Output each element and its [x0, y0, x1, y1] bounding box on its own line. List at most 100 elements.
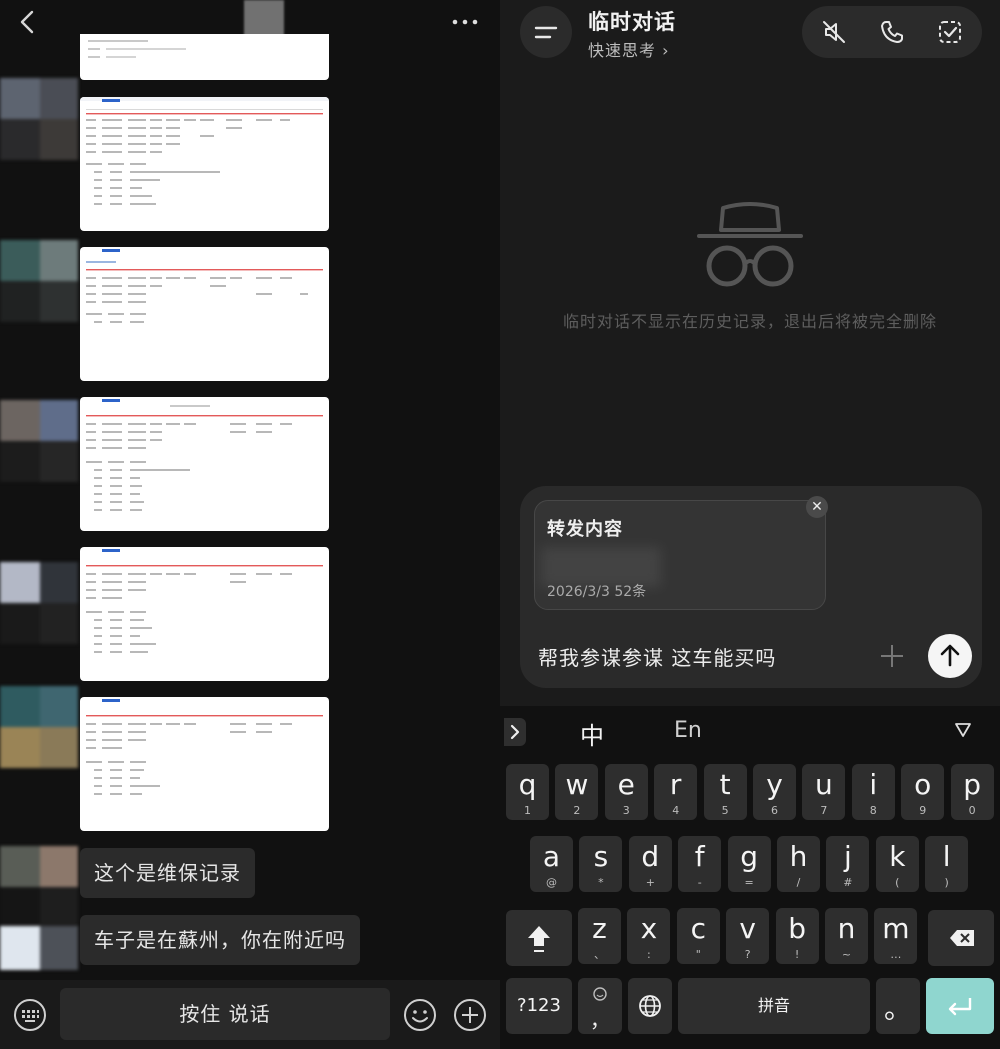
- key-secondary: #: [843, 876, 853, 889]
- back-arrow-icon[interactable]: [14, 8, 42, 36]
- sender-avatar[interactable]: [0, 926, 78, 970]
- numbers-symbols-label: ?123: [517, 995, 561, 1016]
- key-x[interactable]: x:: [627, 908, 671, 964]
- key-q[interactable]: q1: [506, 764, 549, 820]
- key-k[interactable]: k(: [875, 836, 919, 892]
- key-letter: b: [788, 912, 806, 945]
- prompt-input[interactable]: 帮我参谋参谋 这车能买吗: [538, 642, 776, 671]
- keyboard-toolbar: 中 En: [500, 706, 1000, 758]
- key-secondary: 6: [771, 804, 778, 817]
- document-image-message[interactable]: [80, 547, 329, 681]
- message-text: 车子是在蘇州，你在附近吗: [94, 928, 346, 952]
- key-i[interactable]: i8: [851, 764, 895, 820]
- key-letter: e: [617, 768, 635, 801]
- chat-bubble[interactable]: 车子是在蘇州，你在附近吗: [80, 915, 360, 965]
- key-j[interactable]: j #: [826, 836, 870, 892]
- key-secondary: 3: [622, 804, 630, 817]
- language-chinese-toggle[interactable]: 中: [580, 716, 604, 751]
- key-v[interactable]: v?: [726, 908, 770, 964]
- key-o[interactable]: o9: [901, 764, 945, 820]
- key-n[interactable]: n ~: [825, 908, 868, 964]
- forwarded-card-meta: 2026/3/3 52条: [547, 584, 647, 600]
- key-r[interactable]: r4: [654, 764, 698, 820]
- emoji-icon[interactable]: [402, 997, 438, 1033]
- globe-icon: [639, 995, 661, 1017]
- document-image-message[interactable]: [80, 697, 329, 831]
- backspace-icon: [950, 930, 974, 946]
- key-letter: r: [669, 768, 682, 801]
- key-secondary: =: [744, 876, 754, 889]
- sender-avatar[interactable]: [0, 240, 78, 322]
- more-options-icon[interactable]: [450, 8, 480, 36]
- key-secondary: 0: [968, 804, 976, 817]
- header-actions: [802, 6, 982, 58]
- hide-keyboard-icon[interactable]: [954, 722, 972, 738]
- send-button[interactable]: [928, 634, 972, 678]
- key-letter: d: [641, 840, 660, 873]
- key-z[interactable]: z、: [578, 908, 621, 964]
- period-label: 。: [883, 992, 912, 1025]
- key-secondary: 、: [594, 948, 605, 961]
- key-e[interactable]: e3: [604, 764, 648, 820]
- enter-key[interactable]: [926, 978, 994, 1034]
- comma-key[interactable]: ，: [578, 978, 622, 1034]
- key-letter: m: [882, 912, 910, 945]
- add-attachment-icon[interactable]: [452, 997, 488, 1033]
- key-letter: s: [593, 840, 609, 873]
- key-b[interactable]: b!: [775, 908, 819, 964]
- phone-call-icon[interactable]: [878, 18, 906, 46]
- add-icon[interactable]: [878, 642, 906, 670]
- hold-to-talk-button[interactable]: 按住 说话: [60, 988, 390, 1040]
- shift-key[interactable]: [506, 910, 572, 966]
- key-secondary: +: [645, 876, 655, 889]
- key-secondary: (: [895, 876, 900, 889]
- key-p[interactable]: p0: [950, 764, 994, 820]
- sender-avatar[interactable]: [0, 846, 78, 928]
- key-h[interactable]: h /: [777, 836, 820, 892]
- forwarded-content-card[interactable]: 转发内容 2026/3/3 52条: [534, 500, 826, 610]
- numbers-symbols-key[interactable]: ?123: [506, 978, 572, 1034]
- document-image-message[interactable]: [80, 97, 329, 231]
- space-key[interactable]: 拼音: [678, 978, 870, 1034]
- key-letter: g: [740, 840, 758, 873]
- mute-icon[interactable]: [820, 18, 848, 46]
- thinking-mode-selector[interactable]: 快速思考 ›: [588, 37, 670, 61]
- keyboard-icon[interactable]: [12, 997, 48, 1033]
- toolbar-expand-button[interactable]: [504, 718, 526, 746]
- key-secondary: 7: [820, 804, 828, 817]
- key-t[interactable]: t5: [703, 764, 747, 820]
- emoji-small-icon: [593, 987, 607, 1001]
- key-m[interactable]: m…: [874, 908, 918, 964]
- key-u[interactable]: u7: [802, 764, 846, 820]
- key-d[interactable]: d +: [628, 836, 672, 892]
- key-secondary: :: [647, 948, 651, 961]
- key-y[interactable]: y6: [753, 764, 796, 820]
- document-image-message[interactable]: [80, 247, 329, 381]
- language-english-toggle[interactable]: En: [674, 718, 702, 743]
- key-g[interactable]: g =: [727, 836, 771, 892]
- forwarded-card-title: 转发内容: [547, 519, 623, 540]
- remove-attachment-button[interactable]: ✕: [806, 496, 828, 518]
- sidebar-menu-button[interactable]: [520, 6, 572, 58]
- document-image-message[interactable]: [80, 34, 329, 80]
- key-secondary: 9: [919, 804, 927, 817]
- sender-avatar[interactable]: [0, 562, 78, 644]
- key-l[interactable]: l): [925, 836, 969, 892]
- key-c[interactable]: c ": [676, 908, 720, 964]
- period-key[interactable]: 。: [876, 978, 920, 1034]
- backspace-key[interactable]: [928, 910, 994, 966]
- key-a[interactable]: a @: [530, 836, 573, 892]
- sender-avatar[interactable]: [0, 78, 78, 160]
- select-check-icon[interactable]: [936, 18, 964, 46]
- sender-avatar[interactable]: [0, 686, 78, 768]
- document-image-message[interactable]: [80, 397, 329, 531]
- chat-bubble[interactable]: 这个是维保记录: [80, 848, 255, 898]
- key-secondary: …: [890, 948, 902, 961]
- sender-avatar[interactable]: [0, 400, 78, 482]
- globe-key[interactable]: [628, 978, 672, 1034]
- key-f[interactable]: f-: [678, 836, 722, 892]
- key-w[interactable]: w2: [555, 764, 599, 820]
- key-s[interactable]: s *: [579, 836, 623, 892]
- key-letter: j: [844, 840, 852, 873]
- message-text: 这个是维保记录: [94, 861, 241, 885]
